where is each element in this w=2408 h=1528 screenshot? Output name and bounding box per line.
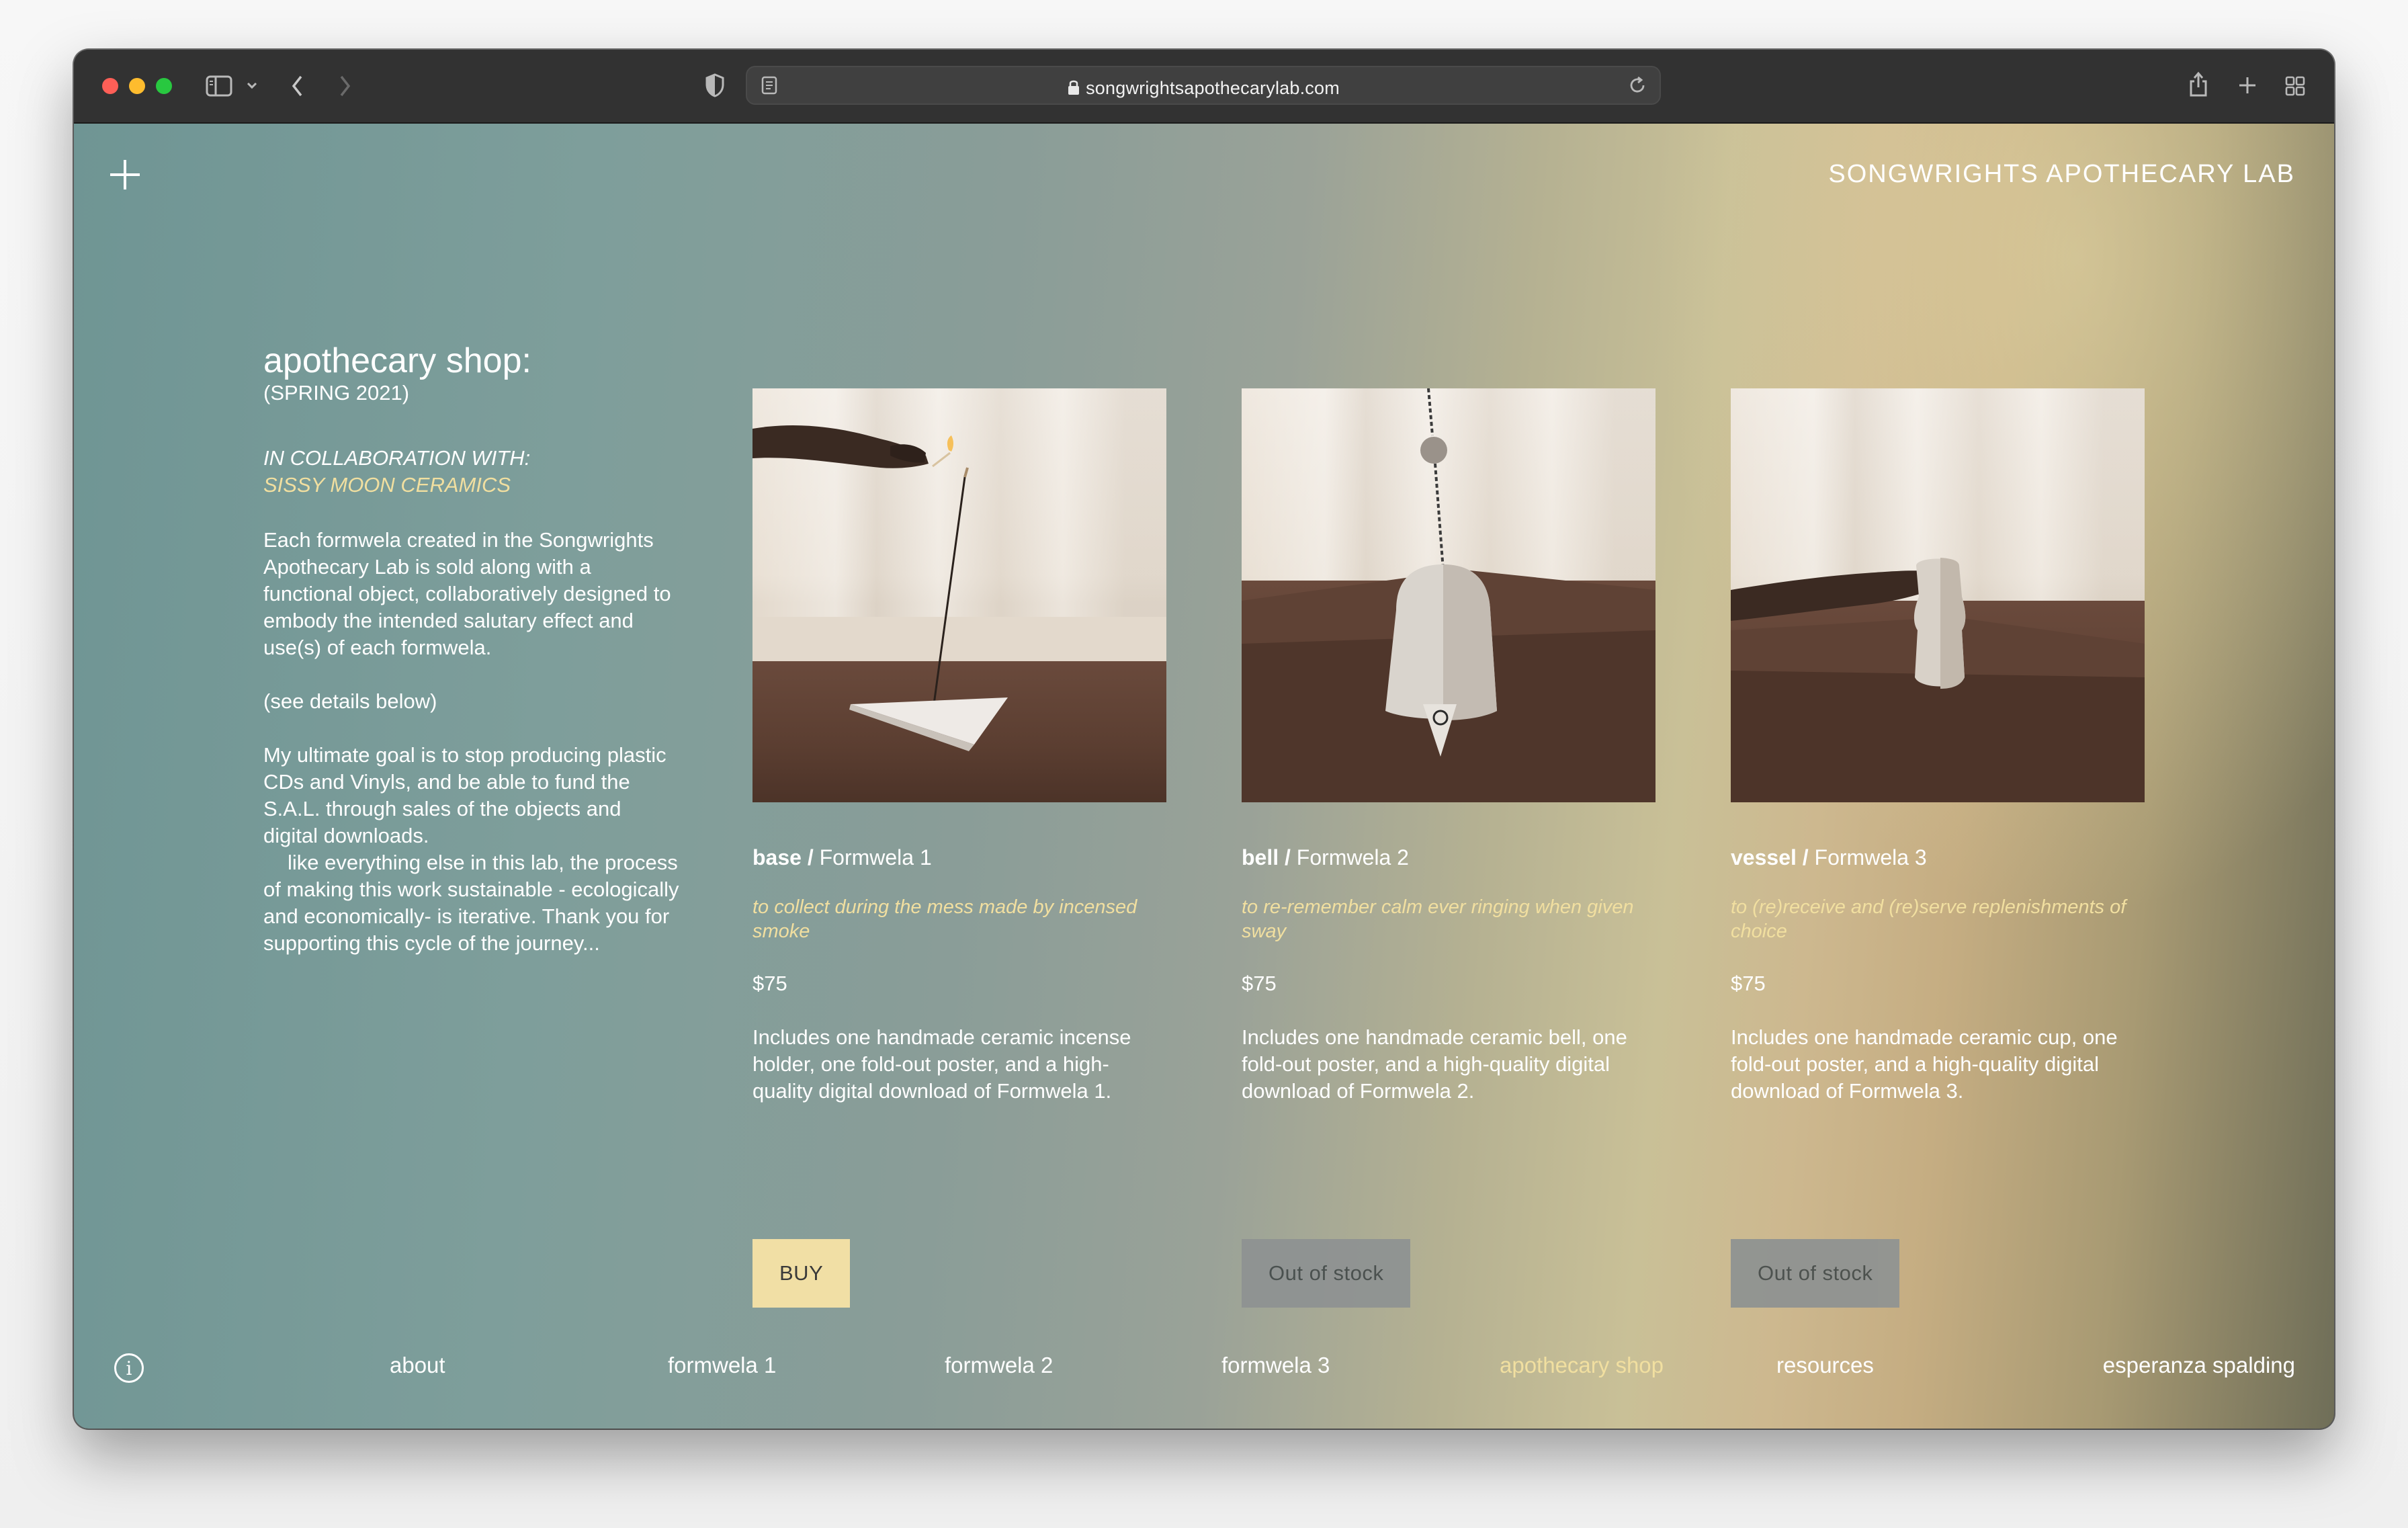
intro-column: apothecary shop: (SPRING 2021) IN COLLAB… xyxy=(263,341,680,957)
nav-formwela-2[interactable]: formwela 2 xyxy=(945,1352,1053,1379)
product-name: vessel xyxy=(1731,845,1797,869)
product-price: $75 xyxy=(1731,972,1766,995)
chevron-down-icon[interactable] xyxy=(246,81,258,92)
nav-about[interactable]: about xyxy=(390,1352,445,1379)
share-icon[interactable] xyxy=(2188,70,2209,100)
product-photo-incense-holder[interactable] xyxy=(752,388,1166,802)
zoom-window-button[interactable] xyxy=(156,78,172,94)
collaboration-label: IN COLLABORATION WITH: xyxy=(263,446,531,470)
product-name: base xyxy=(752,845,802,869)
product-tagline: to re-remember calm ever ringing when gi… xyxy=(1242,896,1634,942)
web-page: SONGWRIGHTS APOTHECARY LAB apothecary sh… xyxy=(74,124,2334,1429)
buy-button[interactable]: BUY xyxy=(752,1239,851,1308)
browser-toolbar: songwrightsapothecarylab.com xyxy=(74,50,2334,124)
tab-overview-icon[interactable] xyxy=(2284,75,2306,99)
url-text: songwrightsapothecarylab.com xyxy=(1086,78,1340,98)
close-window-button[interactable] xyxy=(102,78,118,94)
reload-icon[interactable] xyxy=(1627,75,1647,97)
address-bar[interactable]: songwrightsapothecarylab.com xyxy=(746,66,1661,105)
product-formwela: Formwela 1 xyxy=(819,845,932,869)
sidebar-icon[interactable] xyxy=(206,75,232,99)
product-tagline: to collect during the mess made by incen… xyxy=(752,896,1137,942)
season-label: (SPRING 2021) xyxy=(263,381,410,405)
product-title: bell / Formwela 2 xyxy=(1242,845,1409,869)
product-price: $75 xyxy=(752,972,787,995)
product-photo-cup[interactable] xyxy=(1731,388,2145,802)
desktop-background: songwrightsapothecarylab.com SONGWRIGHTS… xyxy=(0,0,2408,1528)
product-title: base / Formwela 1 xyxy=(752,845,932,869)
product-card-bell: bell / Formwela 2 to re-remember calm ev… xyxy=(1242,388,1656,1308)
product-description: Includes one handmade ceramic cup, one f… xyxy=(1731,1025,2118,1103)
product-formwela: Formwela 3 xyxy=(1814,845,1927,869)
minimize-window-button[interactable] xyxy=(129,78,145,94)
menu-plus-icon[interactable] xyxy=(109,159,141,191)
product-card-base: base / Formwela 1 to collect during the … xyxy=(752,388,1166,1308)
product-card-vessel: vessel / Formwela 3 to (re)receive and (… xyxy=(1731,388,2145,1308)
product-tagline: to (re)receive and (re)serve replenishme… xyxy=(1731,896,2126,942)
product-description: Includes one handmade ceramic incense ho… xyxy=(752,1025,1131,1103)
page-heading: apothecary shop: xyxy=(263,341,531,380)
product-price: $75 xyxy=(1242,972,1277,995)
product-title: vessel / Formwela 3 xyxy=(1731,845,1927,869)
info-icon[interactable]: i xyxy=(114,1353,144,1383)
out-of-stock-button[interactable]: Out of stock xyxy=(1731,1239,1900,1308)
url-display[interactable]: songwrightsapothecarylab.com xyxy=(747,77,1660,99)
nav-esperanza-spalding[interactable]: esperanza spalding xyxy=(2103,1352,2295,1379)
nav-formwela-1[interactable]: formwela 1 xyxy=(668,1352,776,1379)
out-of-stock-button[interactable]: Out of stock xyxy=(1242,1239,1411,1308)
intro-paragraph-3a: My ultimate goal is to stop producing pl… xyxy=(263,743,666,847)
collaboration-note: IN COLLABORATION WITH: SISSY MOON CERAMI… xyxy=(263,445,680,499)
nav-resources[interactable]: resources xyxy=(1776,1352,1874,1379)
nav-formwela-3[interactable]: formwela 3 xyxy=(1221,1352,1330,1379)
shield-icon[interactable] xyxy=(704,73,726,100)
product-description: Includes one handmade ceramic bell, one … xyxy=(1242,1025,1627,1103)
collaboration-partner-link[interactable]: SISSY MOON CERAMICS xyxy=(263,472,680,499)
product-photo-bell[interactable] xyxy=(1242,388,1656,802)
intro-paragraph-3b: like everything else in this lab, the pr… xyxy=(263,851,679,955)
intro-paragraph-3: My ultimate goal is to stop producing pl… xyxy=(263,742,680,957)
intro-paragraph-1: Each formwela created in the Songwrights… xyxy=(263,528,671,659)
chevron-left-icon[interactable] xyxy=(290,74,305,100)
chevron-right-icon[interactable] xyxy=(337,74,352,100)
nav-apothecary-shop[interactable]: apothecary shop xyxy=(1500,1352,1664,1379)
intro-paragraph-2: (see details below) xyxy=(263,689,437,713)
product-formwela: Formwela 2 xyxy=(1296,845,1409,869)
site-title[interactable]: SONGWRIGHTS APOTHECARY LAB xyxy=(1828,160,2295,189)
product-name: bell xyxy=(1242,845,1279,869)
browser-window: songwrightsapothecarylab.com SONGWRIGHTS… xyxy=(74,50,2334,1429)
lock-icon xyxy=(1067,79,1080,99)
plus-icon[interactable] xyxy=(2237,75,2258,97)
